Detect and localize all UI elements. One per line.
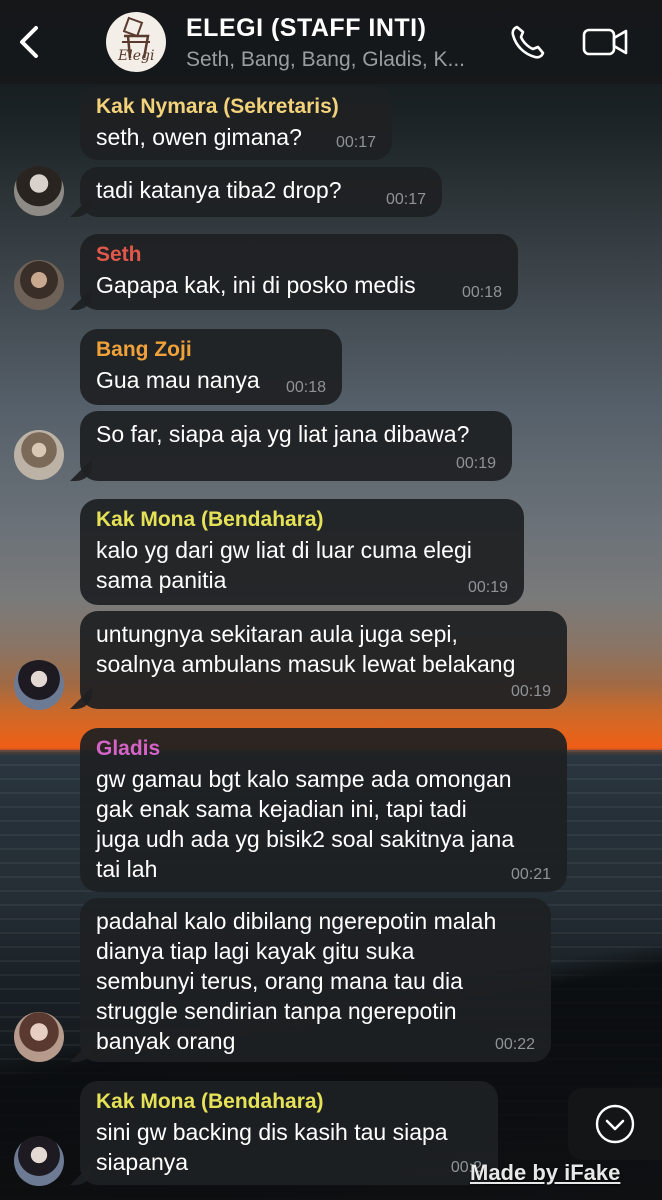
message-text: seth, owen gimana? [96,124,302,150]
group-logo-text: Elegi [118,48,155,64]
avatar-gladis[interactable] [14,1012,64,1062]
message-text: padahal kalo dibilang ngerepotin malah d… [96,908,497,1054]
chevron-left-icon[interactable] [16,24,42,60]
message-text: Gapapa kak, ini di posko medis [96,272,416,298]
message-bubble[interactable]: tadi katanya tiba2 drop? 00:17 [80,167,442,217]
scroll-down-button[interactable] [568,1088,662,1160]
message-text: kalo yg dari gw liat di luar cuma elegi … [96,537,472,593]
avatar-seth[interactable] [14,260,64,310]
message-text: tadi katanya tiba2 drop? [96,177,342,203]
message-time: 00:18 [285,379,326,396]
phone-icon[interactable] [508,22,548,67]
message-bubble[interactable]: Seth Gapapa kak, ini di posko medis 00:1… [80,234,518,310]
message-bubble[interactable]: Gladis gw gamau bgt kalo sampe ada omong… [80,728,567,892]
message-time: 00:19 [467,579,508,596]
chat-header: Elegi ELEGI (STAFF INTI) Seth, Bang, Ban… [0,0,662,84]
message-text: sini gw backing dis kasih tau siapa siap… [96,1119,448,1175]
avatar-zoji[interactable] [14,430,64,480]
sender-name: Bang Zoji [96,338,192,361]
message-text: So far, siapa aja yg liat jana dibawa? [96,421,470,447]
avatar-nymara[interactable] [14,166,64,216]
message-time: 00:19 [510,683,551,700]
message-bubble[interactable]: Kak Nymara (Sekretaris) seth, owen giman… [80,86,392,160]
sender-name: Kak Mona (Bendahara) [96,508,324,531]
avatar-mona[interactable] [14,1136,64,1186]
message-bubble[interactable]: Kak Mona (Bendahara) kalo yg dari gw lia… [80,499,524,605]
message-time: 00:22 [494,1036,535,1053]
message-time: 00:19 [455,455,496,472]
message-time: 00:17 [385,191,426,208]
message-time: 00:21 [510,866,551,883]
message-text: gw gamau bgt kalo sampe ada omongan gak … [96,766,515,882]
message-bubble[interactable]: Kak Mona (Bendahara) sini gw backing dis… [80,1081,498,1185]
message-time: 00:18 [461,284,502,301]
message-bubble[interactable]: untungnya sekitaran aula juga sepi, soal… [80,611,567,709]
avatar-mona[interactable] [14,660,64,710]
message-bubble[interactable]: padahal kalo dibilang ngerepotin malah d… [80,898,551,1062]
group-members[interactable]: Seth, Bang, Bang, Gladis, K... [186,48,465,72]
message-bubble[interactable]: So far, siapa aja yg liat jana dibawa? 0… [80,411,512,481]
sender-name: Gladis [96,737,161,760]
sender-name: Kak Mona (Bendahara) [96,1090,324,1113]
watermark: Made by iFake [470,1160,621,1185]
chevron-down-circle-icon [595,1104,635,1144]
group-title[interactable]: ELEGI (STAFF INTI) [186,14,426,43]
message-bubble[interactable]: Bang Zoji Gua mau nanya 00:18 [80,329,342,405]
message-time: 00:17 [335,134,376,151]
sender-name: Kak Nymara (Sekretaris) [96,95,339,118]
message-text: untungnya sekitaran aula juga sepi, soal… [96,621,516,677]
group-avatar[interactable]: Elegi [106,12,166,72]
video-camera-icon[interactable] [582,22,630,67]
sender-name: Seth [96,243,142,266]
